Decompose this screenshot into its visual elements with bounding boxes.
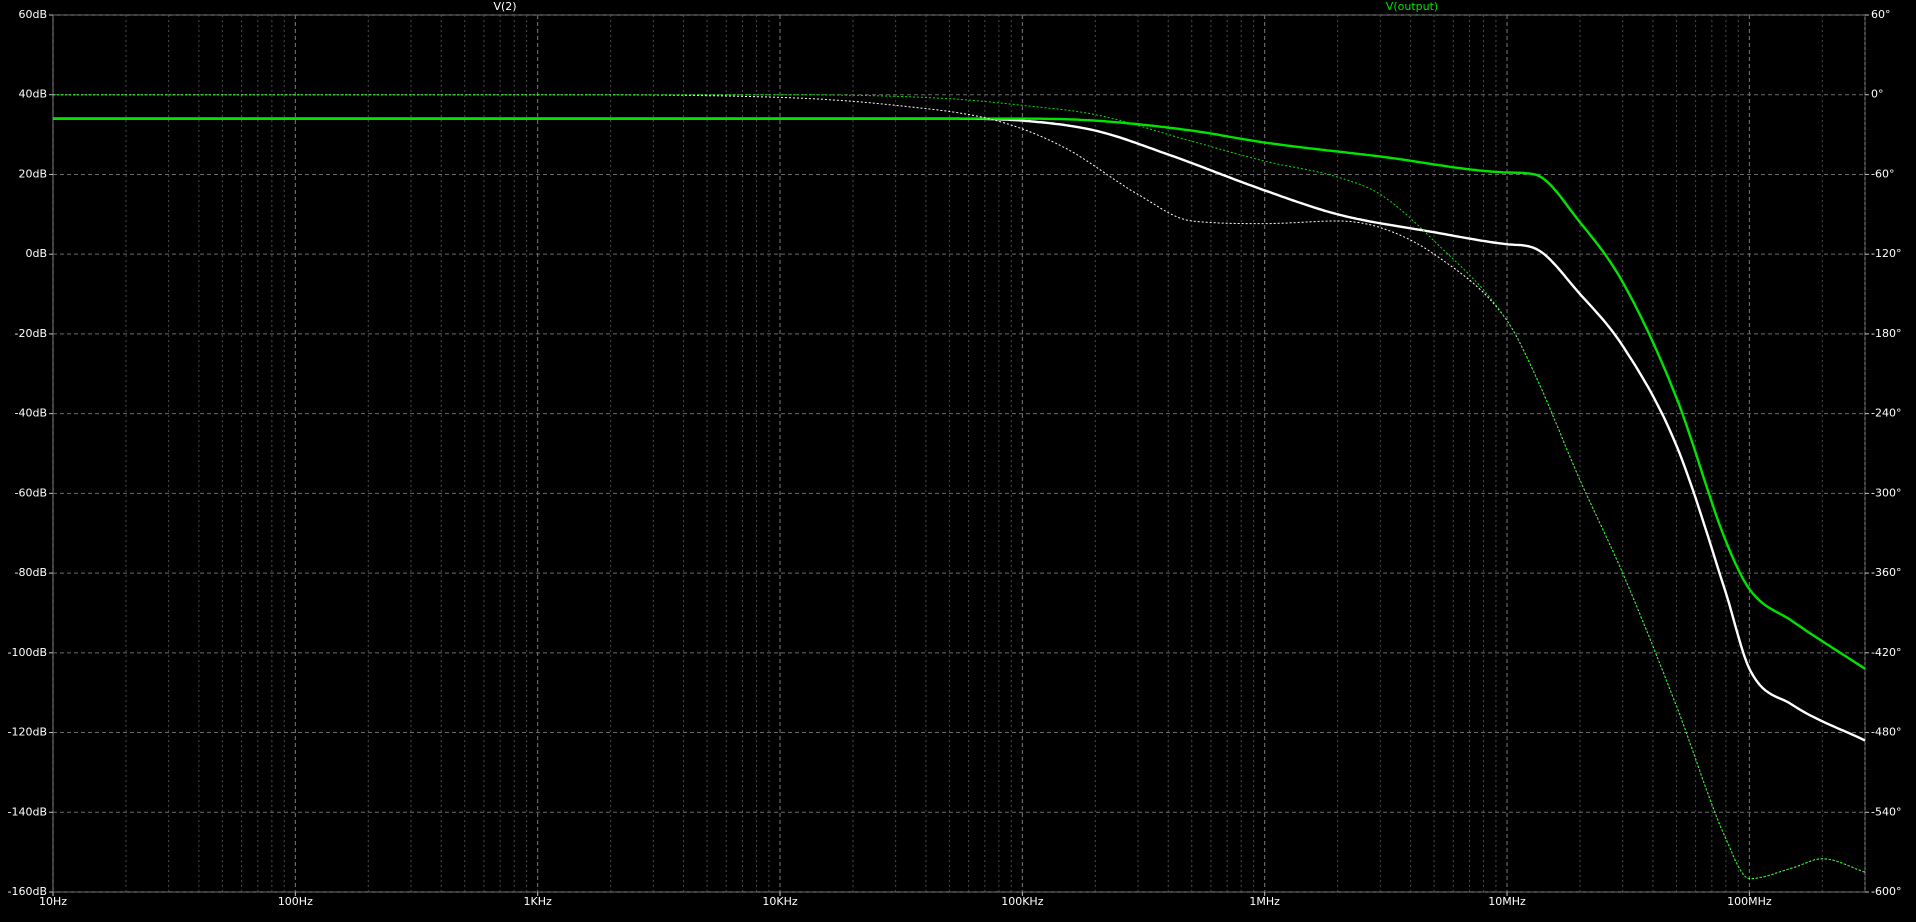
x-tick-label: 100MHz: [1727, 895, 1772, 908]
y-right-tick-label: -480°: [1871, 726, 1901, 739]
bode-plot-window: 60dB 40dB 20dB 0dB -20dB -40dB -60dB -80dB -100d…: [0, 0, 1916, 917]
y-left-tick-label: -80dB: [15, 566, 48, 579]
y-right-tick-label: 60°: [1871, 8, 1891, 21]
y-right-tick-label: -420°: [1871, 646, 1901, 659]
y-right-tick-label: 0°: [1871, 88, 1884, 101]
trace-title-v2[interactable]: V(2): [493, 0, 516, 13]
y-right-tick-label: -240°: [1871, 407, 1901, 420]
plot-area: [52, 14, 1866, 893]
y-left-tick-label: -60dB: [15, 486, 48, 499]
y-right-tick-label: -180°: [1871, 327, 1901, 340]
x-tick-label: 10Hz: [39, 895, 67, 908]
trace-title-voutput[interactable]: V(output): [1386, 0, 1438, 13]
y-left-tick-label: -140dB: [8, 805, 48, 818]
y-right-tick-label: -300°: [1871, 486, 1901, 499]
y-right-tick-label: -600°: [1871, 885, 1901, 898]
x-tick-label: 10KHz: [762, 895, 797, 908]
y-left-tick-label: -120dB: [8, 726, 48, 739]
y-left-tick-label: 20dB: [18, 167, 47, 180]
y-left-tick-label: -100dB: [8, 646, 48, 659]
y-left-tick-label: 0dB: [25, 247, 47, 260]
y-right-tick-label: -360°: [1871, 566, 1901, 579]
y-left-tick-label: 60dB: [18, 8, 47, 21]
y-left-tick-label: -20dB: [15, 327, 48, 340]
x-tick-label: 100KHz: [1001, 895, 1043, 908]
x-tick-label: 100Hz: [278, 895, 313, 908]
y-right-tick-label: -540°: [1871, 805, 1901, 818]
y-left-tick-label: -40dB: [15, 407, 48, 420]
x-tick-label: 1MHz: [1249, 895, 1280, 908]
x-tick-label: 10MHz: [1488, 895, 1526, 908]
y-right-tick-label: -120°: [1871, 247, 1901, 260]
y-right-tick-label: -60°: [1871, 167, 1894, 180]
bode-plot-chart: 60dB 40dB 20dB 0dB -20dB -40dB -60dB -80dB -100d…: [8, 0, 1902, 908]
y-left-tick-label: 40dB: [18, 88, 47, 101]
x-tick-label: 1KHz: [524, 895, 552, 908]
trace-titles: V(2) V(output): [493, 0, 1438, 13]
